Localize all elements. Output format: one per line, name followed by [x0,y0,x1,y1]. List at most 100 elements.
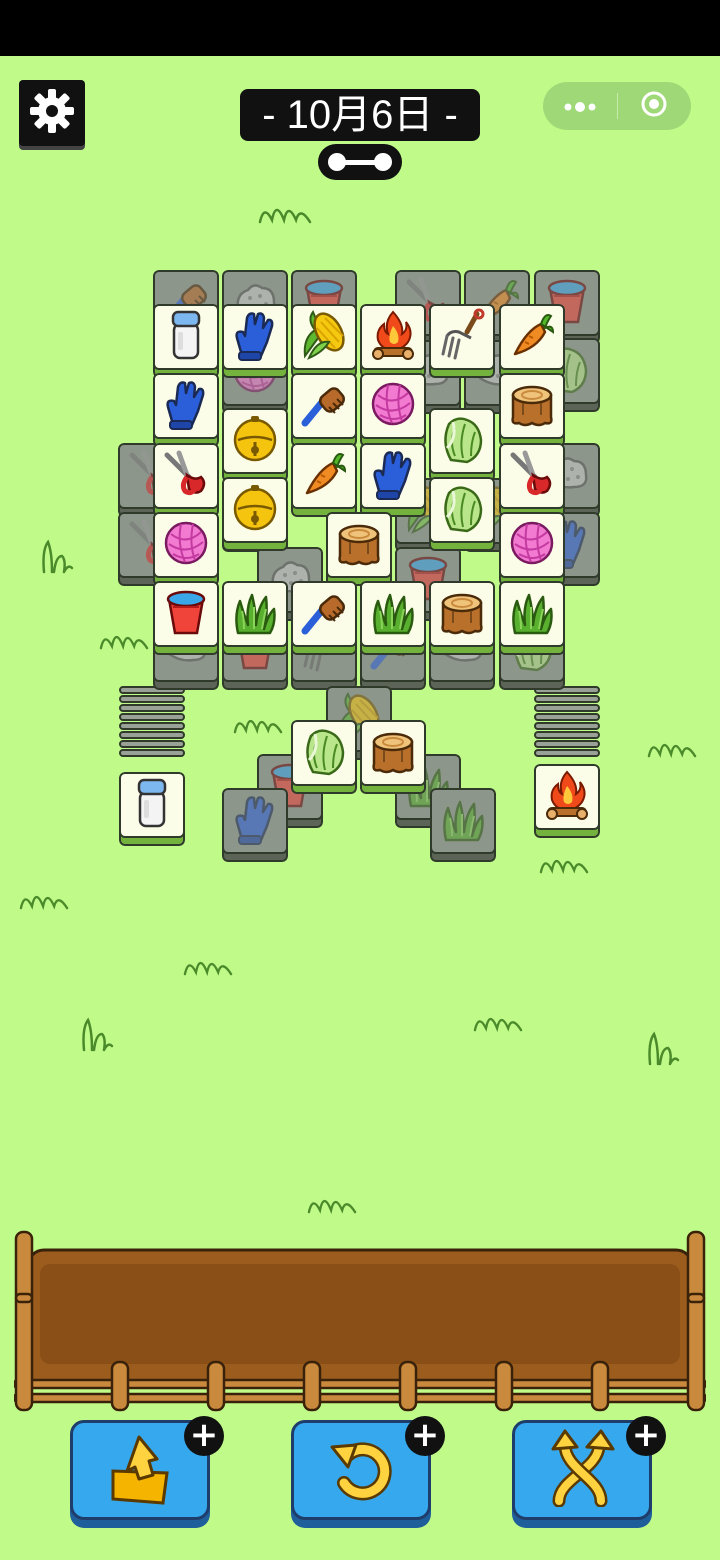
tile-face [119,772,185,838]
bucket-icon [161,585,211,643]
corn-tile[interactable] [291,304,357,378]
fork-tile[interactable] [429,304,495,378]
brush-tile[interactable] [291,581,357,655]
scissors-icon [507,447,557,505]
carrot-tile[interactable] [499,304,565,378]
tile-face [326,512,392,578]
brush-icon [299,585,349,643]
tile-stack-edge [119,740,185,748]
glove-tile[interactable] [222,304,288,378]
tile-face [222,788,288,854]
yarn-tile[interactable] [153,512,219,586]
tile-face [153,443,219,509]
yarn-icon [368,377,418,435]
grass-tuft-icon [183,961,233,976]
grass-tuft-icon [473,1017,523,1032]
glove-icon [231,308,279,366]
stump-tile[interactable] [360,720,426,794]
brush-tile[interactable] [291,373,357,447]
glove-tile [222,788,288,862]
tile-stack-edge [119,749,185,757]
grass-icon [368,585,418,643]
tile-face [360,720,426,786]
scissors-tile[interactable] [499,443,565,517]
tile-stack-edge [534,731,600,739]
tile-face [222,408,288,474]
stump-tile[interactable] [499,373,565,447]
scissors-tile[interactable] [153,443,219,517]
bell-tile[interactable] [222,408,288,482]
tile-face [429,408,495,474]
undo-add-badge[interactable]: + [405,1416,445,1456]
cabbage-tile[interactable] [291,720,357,794]
stump-icon [366,724,420,782]
tile-stack-edge [119,731,185,739]
tile-face [499,304,565,370]
carrot-tile[interactable] [291,443,357,517]
tile-stack-edge [534,695,600,703]
tile-face [499,581,565,647]
grass-tile [430,788,496,862]
tile-stack-edge [119,695,185,703]
undo-powerup-button[interactable]: + [291,1416,445,1530]
milk-icon [130,776,174,834]
tile-face [360,304,426,370]
fork-icon [437,308,487,366]
bell-tile[interactable] [222,477,288,551]
cabbage-tile[interactable] [429,477,495,551]
tile-face [430,788,496,854]
tile-stack-edge [534,740,600,748]
grass-tile[interactable] [222,581,288,655]
tile-face [499,443,565,509]
fire-icon [368,308,418,366]
cabbage-icon [437,412,487,470]
cabbage-tile[interactable] [429,408,495,482]
carrot-icon [507,308,557,366]
stump-icon [505,377,559,435]
grass-tile[interactable] [360,581,426,655]
glove-tile[interactable] [360,443,426,517]
grass-tuft-icon [82,1017,114,1052]
scissors-icon [161,447,211,505]
shuffle-add-badge[interactable]: + [626,1416,666,1456]
grass-tile[interactable] [499,581,565,655]
stump-tile[interactable] [326,512,392,586]
tile-stack-edge [119,713,185,721]
glove-tile[interactable] [153,373,219,447]
milk-tile[interactable] [119,772,185,846]
grass-icon [230,585,280,643]
corn-icon [299,308,349,366]
milk-icon [164,308,208,366]
tile-face [222,581,288,647]
fire-tile[interactable] [360,304,426,378]
glove-icon [162,377,210,435]
fire-tile[interactable] [534,764,600,838]
yarn-tile[interactable] [360,373,426,447]
tile-face [499,373,565,439]
glove-icon [369,447,417,505]
tile-face [153,373,219,439]
bell-icon [230,481,280,539]
tile-stack-edge [119,722,185,730]
bucket-tile[interactable] [153,581,219,655]
brush-icon [299,377,349,435]
cabbage-icon [437,481,487,539]
tile-face [222,477,288,543]
fire-icon [542,768,592,826]
move-out-powerup-button[interactable]: + [70,1416,224,1530]
tile-face [360,373,426,439]
cabbage-icon [299,724,349,782]
milk-tile[interactable] [153,304,219,378]
tile-face [291,720,357,786]
stump-icon [332,516,386,574]
tile-face [291,304,357,370]
stump-tile[interactable] [429,581,495,655]
tile-face [429,304,495,370]
move-out-add-badge[interactable]: + [184,1416,224,1456]
bell-icon [230,412,280,470]
stump-icon [435,585,489,643]
shuffle-powerup-button[interactable]: + [512,1416,666,1530]
yarn-icon [161,516,211,574]
tile-face [222,304,288,370]
yarn-tile[interactable] [499,512,565,586]
